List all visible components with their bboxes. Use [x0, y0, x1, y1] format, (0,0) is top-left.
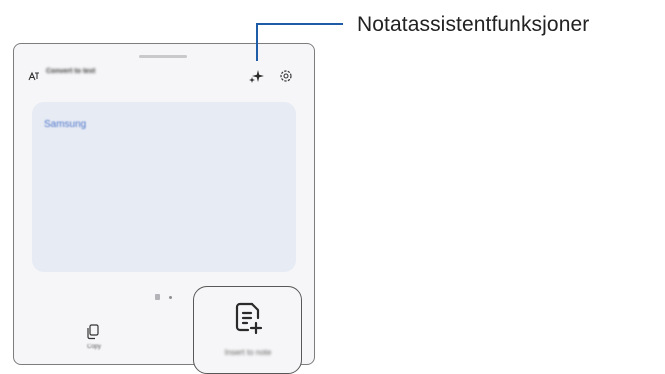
- callout-leader-line: [256, 23, 343, 61]
- callout-label: Notatassistentfunksjoner: [357, 13, 590, 36]
